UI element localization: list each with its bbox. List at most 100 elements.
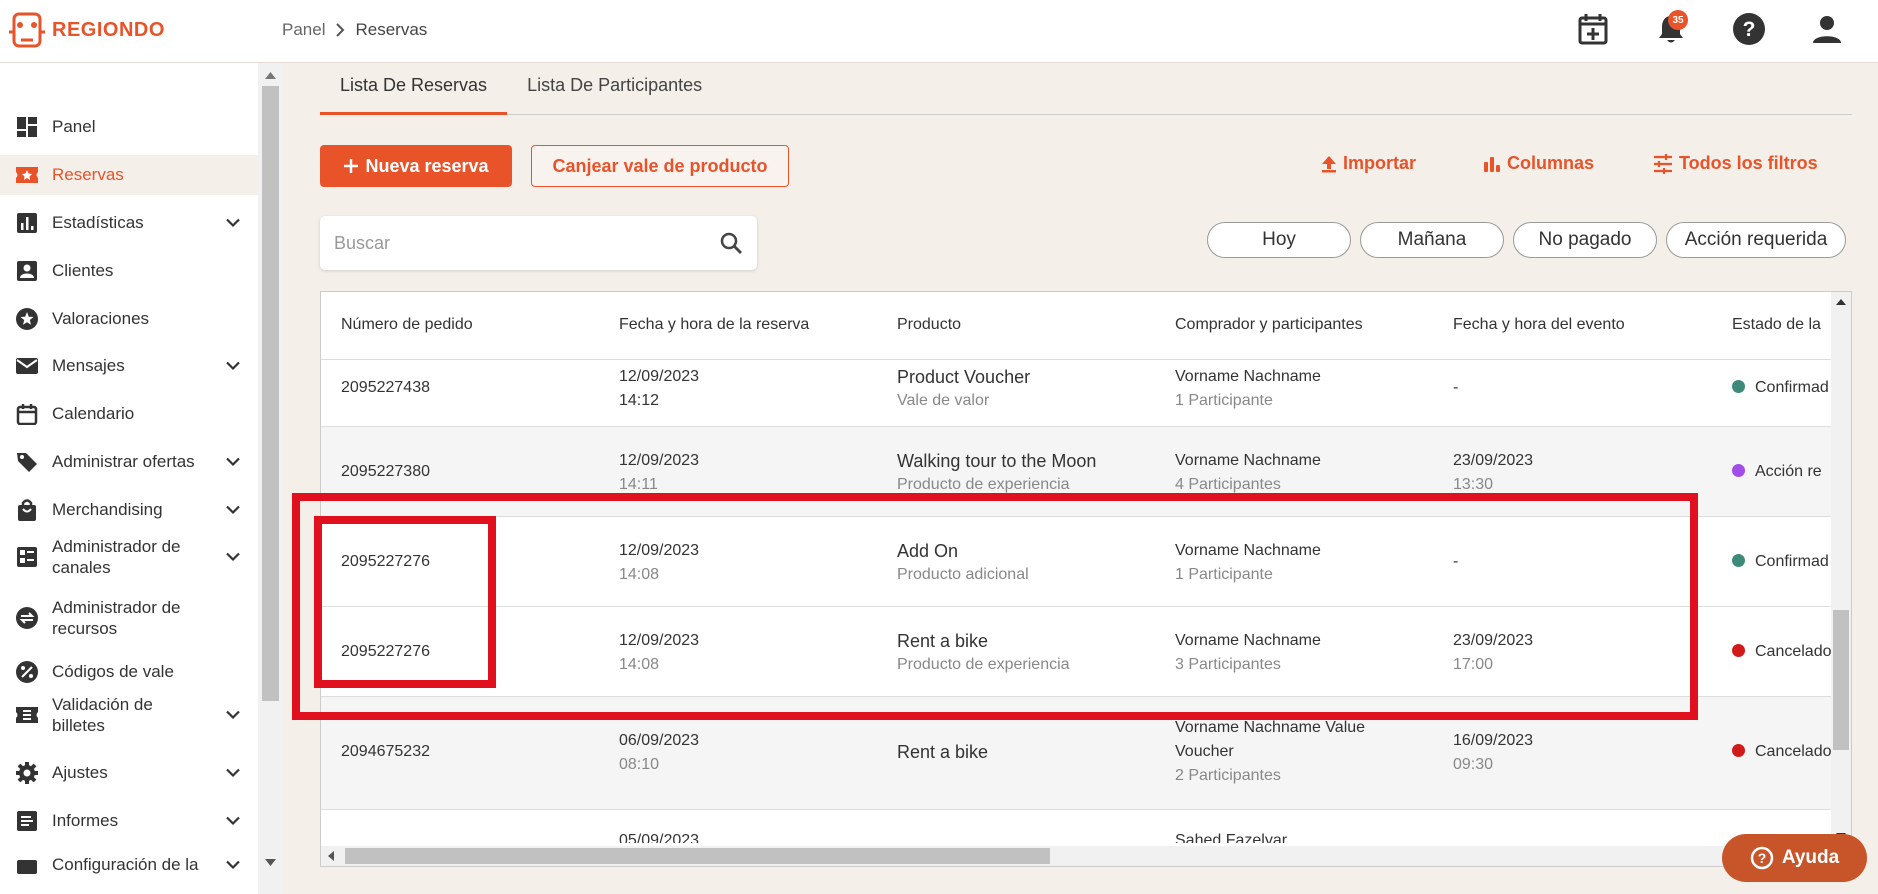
- sidebar-scrollbar-thumb[interactable]: [262, 86, 279, 701]
- help-label: Ayuda: [1781, 847, 1840, 868]
- ticket-icon: [14, 162, 40, 188]
- all-filters-button[interactable]: Todos los filtros: [1653, 153, 1818, 174]
- sidebar: Panel Reservas Estadísticas Clientes Val…: [0, 63, 258, 894]
- sidebar-item-administrador-de-canales[interactable]: Administrador de canales: [0, 527, 258, 587]
- sidebar-item-administrar-ofertas[interactable]: Administrar ofertas: [0, 442, 258, 482]
- add-event-button[interactable]: [1574, 10, 1612, 48]
- status-label: Acción re: [1755, 463, 1822, 480]
- breadcrumb: Panel Reservas: [282, 20, 427, 40]
- help-chat-button[interactable]: ? Ayuda: [1722, 834, 1867, 882]
- status: Confirmad: [1732, 553, 1829, 571]
- event-time: 09:30: [1453, 756, 1494, 773]
- import-button[interactable]: Importar: [1321, 153, 1416, 174]
- table-horizontal-scroll-thumb[interactable]: [345, 848, 1050, 864]
- filter-chip-manana[interactable]: Mañana: [1360, 222, 1504, 258]
- product-name: Rent a bike: [897, 742, 989, 762]
- breadcrumb-root[interactable]: Panel: [282, 20, 325, 40]
- sidebar-item-merchandising[interactable]: Merchandising: [0, 490, 258, 530]
- filter-chip-no-pagado[interactable]: No pagado: [1513, 222, 1657, 258]
- booking-date: 12/09/2023: [619, 368, 700, 385]
- sidebar-item-informes[interactable]: Informes: [0, 801, 258, 841]
- buyer-name: Vorname Nachname Value: [1175, 719, 1366, 736]
- scroll-up-icon: [265, 72, 276, 79]
- sidebar-item-reservas[interactable]: Reservas: [0, 155, 258, 195]
- buyer-name-cont: Voucher: [1175, 743, 1234, 760]
- filter-chip-accion-requerida[interactable]: Acción requerida: [1666, 222, 1846, 258]
- table-row[interactable]: 05/09/2023 Sahed Fazelyar: [321, 810, 1831, 843]
- booking-date: 05/09/2023: [619, 832, 700, 843]
- sidebar-item-label: Ajustes: [52, 763, 108, 782]
- tab-lista-de-reservas[interactable]: Lista De Reservas: [320, 63, 508, 115]
- sidebar-item-label: Panel: [52, 117, 96, 136]
- status: Confirmad: [1732, 379, 1829, 397]
- sidebar-item-label: Códigos de vale: [52, 662, 174, 681]
- dashboard-icon: [14, 114, 40, 140]
- search-input[interactable]: [334, 228, 694, 258]
- status-dot: [1732, 464, 1745, 477]
- upload-icon: [1322, 155, 1336, 172]
- table-header: Número de pedido Fecha y hora de la rese…: [321, 292, 1835, 360]
- chevron-down-icon: [226, 768, 240, 778]
- order-number[interactable]: 2094675232: [341, 743, 430, 761]
- order-number[interactable]: 2095227438: [341, 379, 430, 397]
- redeem-voucher-button[interactable]: Canjear vale de producto: [531, 145, 789, 187]
- notifications-button[interactable]: 35: [1652, 10, 1690, 48]
- scroll-left-icon: [328, 851, 334, 861]
- chevron-down-icon: [226, 710, 240, 720]
- chevron-down-icon: [226, 505, 240, 515]
- notification-badge: 35: [1668, 10, 1688, 30]
- sidebar-item-mensajes[interactable]: Mensajes: [0, 346, 258, 386]
- order-number[interactable]: 2095227380: [341, 463, 430, 481]
- booking-date: 12/09/2023: [619, 452, 700, 469]
- sidebar-item-label: Administrar ofertas: [52, 452, 195, 471]
- column-header[interactable]: Producto: [897, 316, 961, 334]
- sidebar-item-clientes[interactable]: Clientes: [0, 251, 258, 291]
- columns-button[interactable]: Columnas: [1483, 153, 1594, 174]
- ticket-validation-icon: [14, 702, 40, 728]
- product-type: Producto de experiencia: [897, 476, 1070, 493]
- event-time: 13:30: [1453, 476, 1494, 493]
- sidebar-item-configuracion[interactable]: Configuración de la: [0, 845, 258, 885]
- column-header[interactable]: Fecha y hora del evento: [1453, 316, 1625, 334]
- sidebar-item-estadisticas[interactable]: Estadísticas: [0, 203, 258, 243]
- sidebar-item-label: Estadísticas: [52, 213, 144, 232]
- sidebar-item-label: Configuración de la: [52, 855, 199, 874]
- chevron-down-icon: [226, 361, 240, 371]
- filter-chip-hoy[interactable]: Hoy: [1207, 222, 1351, 258]
- sidebar-item-validacion-de-billetes[interactable]: Validación de billetes: [0, 685, 258, 745]
- status-dot: [1732, 380, 1745, 393]
- person-box-icon: [14, 258, 40, 284]
- help-button[interactable]: ?: [1730, 10, 1768, 48]
- sidebar-item-panel[interactable]: Panel: [0, 107, 258, 147]
- product-type: Vale de valor: [897, 392, 990, 409]
- logo-icon: [9, 12, 45, 48]
- sidebar-item-valoraciones[interactable]: Valoraciones: [0, 299, 258, 339]
- column-header[interactable]: Fecha y hora de la reserva: [619, 316, 809, 334]
- new-booking-button[interactable]: Nueva reserva: [320, 145, 512, 187]
- tab-lista-de-participantes[interactable]: Lista De Participantes: [507, 63, 722, 115]
- product-name: Product Voucher: [897, 367, 1031, 387]
- sidebar-item-label: Calendario: [52, 404, 135, 423]
- column-header[interactable]: Estado de la: [1732, 316, 1821, 334]
- regiondo-logo[interactable]: REGIONDO: [8, 10, 165, 50]
- table-row[interactable]: 2095227438 12/09/2023 14:12 Product Vouc…: [321, 360, 1831, 427]
- participants-count: 2 Participantes: [1175, 767, 1281, 784]
- all-filters-label: Todos los filtros: [1679, 153, 1818, 173]
- table-vertical-scrollbar[interactable]: [1831, 292, 1851, 847]
- sidebar-item-calendario[interactable]: Calendario: [0, 394, 258, 434]
- booking-time: 14:12: [619, 392, 660, 409]
- calendar-add-icon: [1578, 14, 1608, 45]
- column-header[interactable]: Comprador y participantes: [1175, 316, 1363, 334]
- status-dot: [1732, 744, 1745, 757]
- search-box: [320, 216, 757, 270]
- sidebar-item-label: Informes: [52, 811, 119, 830]
- sidebar-item-ajustes[interactable]: Ajustes: [0, 753, 258, 793]
- bar-chart-icon: [14, 210, 40, 236]
- account-button[interactable]: [1808, 10, 1846, 48]
- buyer-name: Vorname Nachname: [1175, 452, 1321, 469]
- sidebar-item-administrador-de-recursos[interactable]: Administrador de recursos: [0, 588, 258, 648]
- tab-bar: Lista De Reservas Lista De Participantes: [320, 63, 1852, 115]
- column-header[interactable]: Número de pedido: [341, 316, 473, 334]
- search-icon[interactable]: [719, 231, 743, 255]
- table-vertical-scroll-thumb[interactable]: [1833, 610, 1849, 750]
